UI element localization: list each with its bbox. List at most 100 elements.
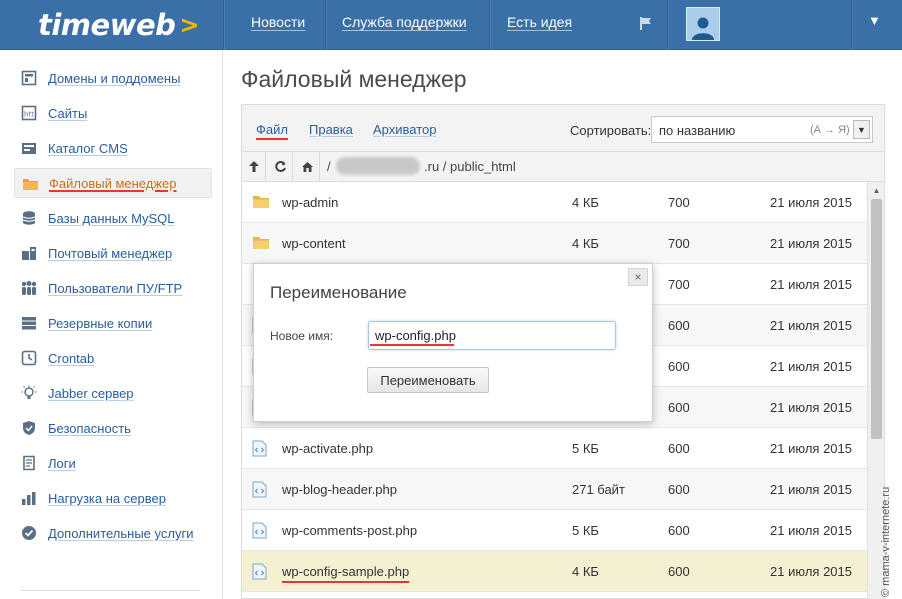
mail-icon <box>20 244 38 262</box>
sidebar-item-domains[interactable]: Домены и поддомены <box>14 63 212 93</box>
logs-icon <box>20 454 38 472</box>
avatar[interactable] <box>686 7 720 41</box>
file-size: 5 КБ <box>572 523 599 538</box>
sidebar-item-label: Базы данных MySQL <box>48 210 175 226</box>
file-date: 21 июля 2015 <box>770 564 852 579</box>
file-name: wp-content <box>282 236 346 251</box>
up-arrow-icon[interactable] <box>242 152 266 181</box>
sidebar-item-label: Безопасность <box>48 420 131 436</box>
dialog-title: Переименование <box>270 283 407 302</box>
header-divider <box>325 0 326 50</box>
code-file-icon <box>252 522 269 539</box>
file-size: 4 КБ <box>572 564 599 579</box>
path-root: / <box>327 159 331 174</box>
sidebar-item-backups[interactable]: Резервные копии <box>14 308 212 338</box>
sidebar-item-jabber[interactable]: Jabber сервер <box>14 378 212 408</box>
current-path: .ru / public_html <box>424 159 516 174</box>
rename-button[interactable]: Переименовать <box>367 367 489 393</box>
tab-file[interactable]: Файл <box>256 122 288 137</box>
file-size: 4 КБ <box>572 195 599 210</box>
sidebar-item-label: Домены и поддомены <box>48 70 181 86</box>
sidebar-item-security[interactable]: Безопасность <box>14 413 212 443</box>
sidebar-item-logs[interactable]: Логи <box>14 448 212 478</box>
file-permissions: 700 <box>668 236 690 251</box>
sidebar-item-label: Дополнительные услуги <box>48 525 194 541</box>
flag-icon[interactable] <box>638 15 654 31</box>
file-size: 271 байт <box>572 482 625 497</box>
sidebar-item-label: Сайты <box>48 105 88 121</box>
check-badge-icon <box>20 524 38 542</box>
chevron-down-icon[interactable]: ▼ <box>853 120 870 139</box>
table-row[interactable]: wp-admin 4 КБ 700 21 июля 2015 <box>242 182 867 223</box>
file-date: 21 июля 2015 <box>770 441 852 456</box>
file-permissions: 600 <box>668 564 690 579</box>
close-icon[interactable]: × <box>628 268 648 286</box>
file-name: wp-activate.php <box>282 441 374 456</box>
table-row[interactable]: wp-blog-header.php 271 байт 600 21 июля … <box>242 469 867 510</box>
sidebar-item-extra-services[interactable]: Дополнительные услуги <box>14 518 212 548</box>
folder-icon <box>252 194 269 211</box>
cms-icon <box>20 139 38 157</box>
table-row[interactable]: wp-content 4 КБ 700 21 июля 2015 <box>242 223 867 264</box>
tab-archiver[interactable]: Архиватор <box>373 122 437 137</box>
nav-link-support[interactable]: Служба поддержки <box>342 14 467 30</box>
home-icon[interactable] <box>296 152 320 181</box>
table-row-selected[interactable]: wp-config-sample.php 4 КБ 600 21 июля 20… <box>242 551 867 592</box>
page-title: Файловый менеджер <box>241 66 467 92</box>
file-permissions: 600 <box>668 318 690 333</box>
code-file-icon <box>252 563 269 580</box>
annotation-underline <box>370 344 454 346</box>
sidebar-item-label: Файловый менеджер <box>49 175 177 191</box>
sort-select[interactable]: по названию (А → Я) ▼ <box>651 116 873 143</box>
scroll-thumb[interactable] <box>871 199 882 439</box>
sidebar-item-server-load[interactable]: Нагрузка на сервер <box>14 483 212 513</box>
sidebar-item-label: Нагрузка на сервер <box>48 490 166 506</box>
user-icon <box>692 17 714 40</box>
file-size: 5 КБ <box>572 441 599 456</box>
folder-icon <box>252 235 269 252</box>
file-name: wp-blog-header.php <box>282 482 397 497</box>
sites-icon: htt <box>20 104 38 122</box>
sidebar-item-label: Резервные копии <box>48 315 153 331</box>
logo-text: timeweb <box>38 8 176 42</box>
sidebar-item-users-ftp[interactable]: Пользователи ПУ/FTP <box>14 273 212 303</box>
scroll-up-icon[interactable]: ▲ <box>868 182 885 198</box>
sidebar-item-mail[interactable]: Почтовый менеджер <box>14 238 212 268</box>
sort-label: Сортировать: <box>570 123 652 138</box>
file-date: 21 июля 2015 <box>770 482 852 497</box>
chart-icon <box>20 489 38 507</box>
file-name: wp-config-sample.php <box>282 564 410 579</box>
chevron-down-icon[interactable]: ▼ <box>868 13 881 28</box>
sidebar-item-label: Jabber сервер <box>48 385 134 401</box>
sidebar-item-file-manager[interactable]: Файловый менеджер <box>14 168 212 198</box>
file-date: 21 июля 2015 <box>770 236 852 251</box>
watermark: © mama-v-internete.ru <box>880 486 892 597</box>
shield-icon <box>20 419 38 437</box>
table-row[interactable]: wp-activate.php 5 КБ 600 21 июля 2015 <box>242 428 867 469</box>
sidebar-item-cms[interactable]: Каталог CMS <box>14 133 212 163</box>
redacted-domain <box>336 157 420 175</box>
file-date: 21 июля 2015 <box>770 359 852 374</box>
file-permissions: 600 <box>668 441 690 456</box>
tab-edit[interactable]: Правка <box>309 122 353 137</box>
sidebar-item-crontab[interactable]: Crontab <box>14 343 212 373</box>
code-file-icon <box>252 481 269 498</box>
sidebar-item-label: Логи <box>48 455 76 471</box>
table-row[interactable]: wp-comments-post.php 5 КБ 600 21 июля 20… <box>242 510 867 551</box>
clock-icon <box>20 349 38 367</box>
file-permissions: 600 <box>668 482 690 497</box>
sidebar-item-label: Crontab <box>48 350 95 366</box>
file-date: 21 июля 2015 <box>770 277 852 292</box>
folder-icon <box>21 174 39 192</box>
sidebar-item-label: Каталог CMS <box>48 140 128 156</box>
nav-link-ideas[interactable]: Есть идея <box>507 14 572 30</box>
file-permissions: 600 <box>668 400 690 415</box>
timeweb-logo[interactable]: timeweb > <box>0 0 223 50</box>
nav-link-news[interactable]: Новости <box>251 14 305 30</box>
sidebar-item-sites[interactable]: htt Сайты <box>14 98 212 128</box>
file-name: wp-admin <box>282 195 339 210</box>
file-date: 21 июля 2015 <box>770 195 852 210</box>
sidebar-item-mysql[interactable]: Базы данных MySQL <box>14 203 212 233</box>
domains-icon <box>20 69 38 87</box>
refresh-icon[interactable] <box>269 152 293 181</box>
